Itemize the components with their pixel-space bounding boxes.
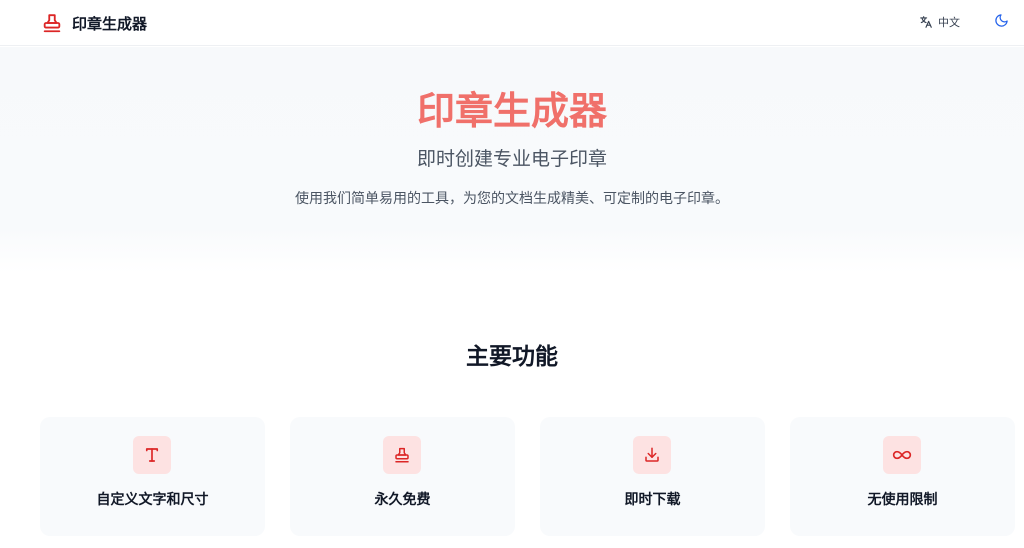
language-switcher[interactable]: 中文 bbox=[918, 11, 960, 33]
navbar: 印章生成器 中文 bbox=[0, 0, 1024, 46]
brand-link[interactable]: 印章生成器 bbox=[40, 9, 147, 37]
language-label: 中文 bbox=[938, 16, 960, 29]
feature-card-free: 永久免费 bbox=[290, 417, 515, 536]
stamp-icon bbox=[383, 436, 421, 474]
feature-label: 无使用限制 bbox=[867, 492, 938, 508]
download-icon bbox=[633, 436, 671, 474]
feature-label: 永久免费 bbox=[374, 492, 431, 508]
hero-title: 印章生成器 bbox=[416, 89, 607, 133]
hero-description: 使用我们简单易用的工具，为您的文档生成精美、可定制的电子印章。 bbox=[295, 191, 729, 207]
text-icon bbox=[133, 436, 171, 474]
feature-card-custom-text: 自定义文字和尺寸 bbox=[40, 417, 265, 536]
translate-icon bbox=[918, 14, 934, 30]
brand-name: 印章生成器 bbox=[72, 14, 148, 33]
theme-toggle-button[interactable] bbox=[990, 11, 1012, 33]
hero-subtitle: 即时创建专业电子印章 bbox=[416, 148, 607, 170]
stamp-icon bbox=[40, 11, 64, 35]
infinity-icon bbox=[883, 436, 921, 474]
hero-section: 印章生成器 即时创建专业电子印章 使用我们简单易用的工具，为您的文档生成精美、可… bbox=[0, 47, 1024, 273]
moon-icon bbox=[994, 13, 1009, 32]
feature-card-unlimited: 无使用限制 bbox=[790, 417, 1015, 536]
features-title: 主要功能 bbox=[466, 344, 558, 370]
feature-card-download: 即时下载 bbox=[540, 417, 765, 536]
feature-label: 即时下载 bbox=[624, 492, 681, 508]
feature-label: 自定义文字和尺寸 bbox=[96, 492, 209, 508]
